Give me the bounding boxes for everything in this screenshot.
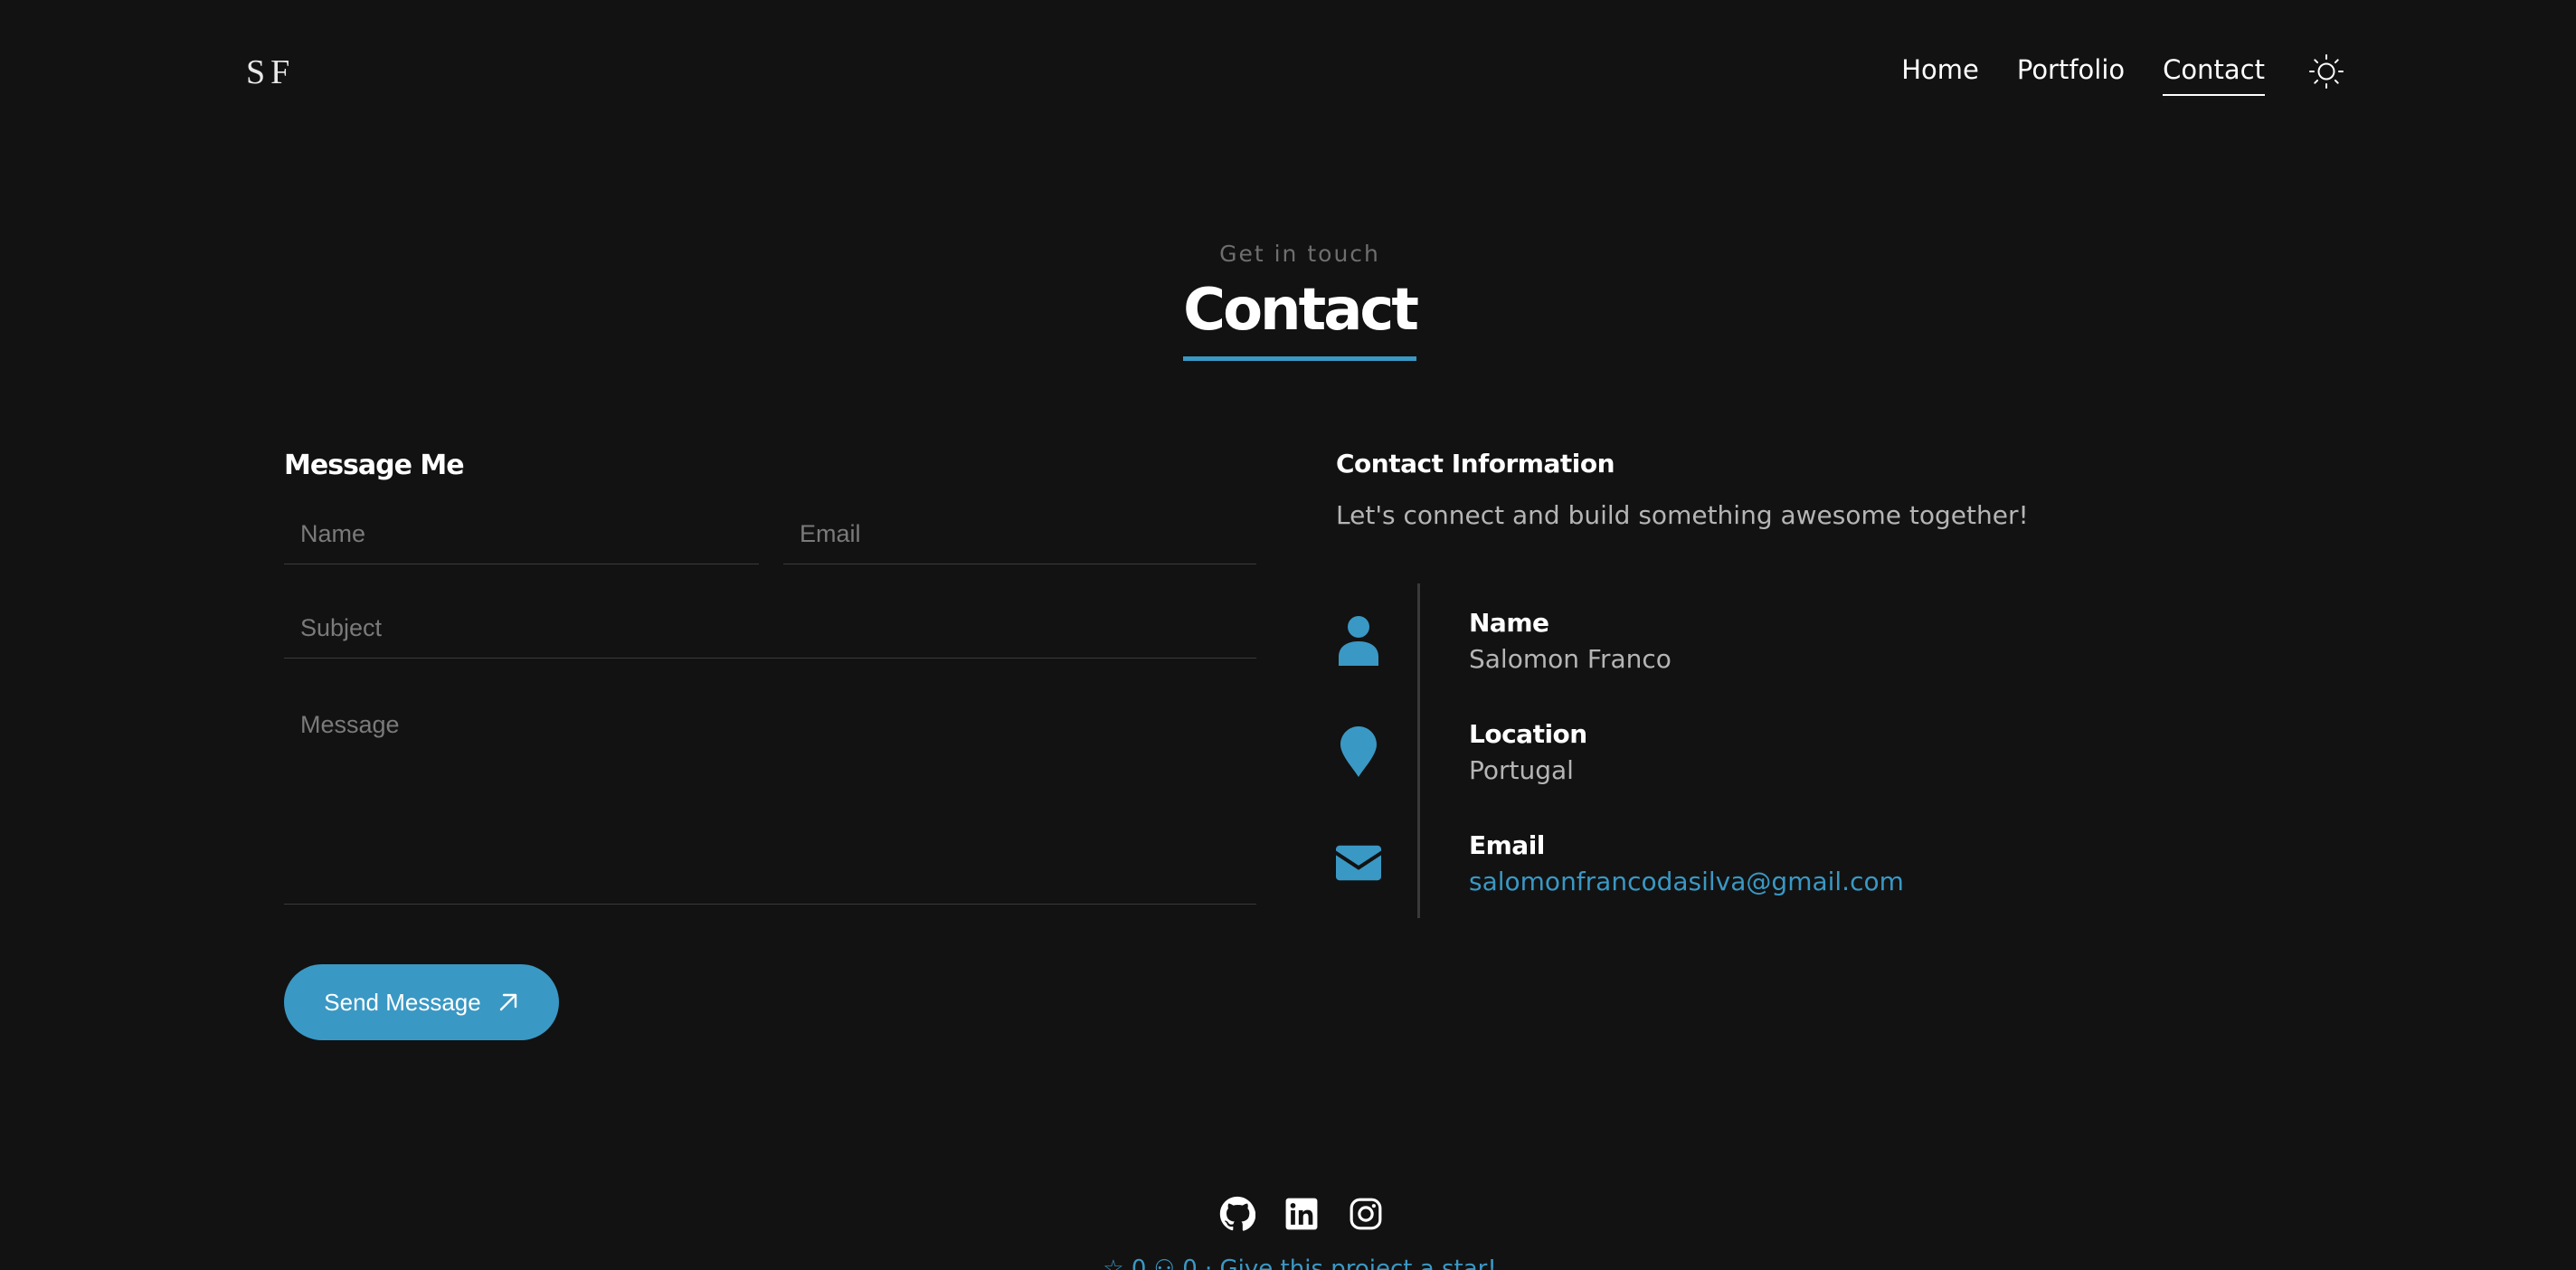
github-icon[interactable] bbox=[1217, 1194, 1257, 1234]
section-title-wrap: Contact bbox=[0, 277, 2576, 361]
nav-contact-link[interactable]: Contact bbox=[2163, 54, 2265, 96]
send-message-label: Send Message bbox=[324, 988, 481, 1016]
theme-toggle-button[interactable] bbox=[2306, 52, 2346, 91]
contact-name-label: Name bbox=[1469, 608, 1549, 638]
envelope-icon bbox=[1336, 845, 1381, 881]
name-field[interactable] bbox=[284, 505, 759, 564]
main-nav: Home Portfolio Contact bbox=[1863, 54, 2346, 96]
section-title: Contact bbox=[1183, 277, 1419, 361]
user-icon bbox=[1336, 615, 1381, 666]
contact-info-heading: Contact Information bbox=[1336, 449, 1615, 479]
sun-icon bbox=[2309, 54, 2344, 89]
social-links bbox=[1217, 1194, 1410, 1234]
send-message-button[interactable]: Send Message bbox=[284, 964, 559, 1040]
linkedin-icon[interactable] bbox=[1282, 1194, 1321, 1234]
form-heading: Message Me bbox=[284, 450, 465, 481]
contact-page: SF Home Portfolio Contact Get in touch C… bbox=[0, 0, 2576, 1270]
contact-email-label: Email bbox=[1469, 830, 1545, 860]
footer-note[interactable]: ☆ 0 ⚇ 0 · Give this project a star! bbox=[0, 1256, 2576, 1270]
nav-portfolio-link[interactable]: Portfolio bbox=[2017, 54, 2125, 96]
arrow-up-right-icon bbox=[497, 991, 519, 1013]
contact-info-description: Let's connect and build something awesom… bbox=[1336, 500, 2029, 530]
message-field[interactable] bbox=[284, 697, 1256, 905]
nav-home-link[interactable]: Home bbox=[1901, 54, 1979, 96]
email-field[interactable] bbox=[783, 505, 1256, 564]
contact-location-label: Location bbox=[1469, 719, 1587, 749]
instagram-icon[interactable] bbox=[1346, 1194, 1386, 1234]
contact-email-link[interactable]: salomonfrancodasilva@gmail.com bbox=[1469, 867, 1904, 896]
map-pin-icon bbox=[1336, 726, 1381, 777]
section-subtitle: Get in touch bbox=[1219, 241, 1380, 267]
subject-field[interactable] bbox=[284, 599, 1256, 659]
contact-location-value: Portugal bbox=[1469, 755, 1574, 785]
contact-name-value: Salomon Franco bbox=[1469, 644, 1672, 674]
site-logo[interactable]: SF bbox=[246, 52, 295, 92]
contact-info-divider bbox=[1417, 583, 1420, 918]
